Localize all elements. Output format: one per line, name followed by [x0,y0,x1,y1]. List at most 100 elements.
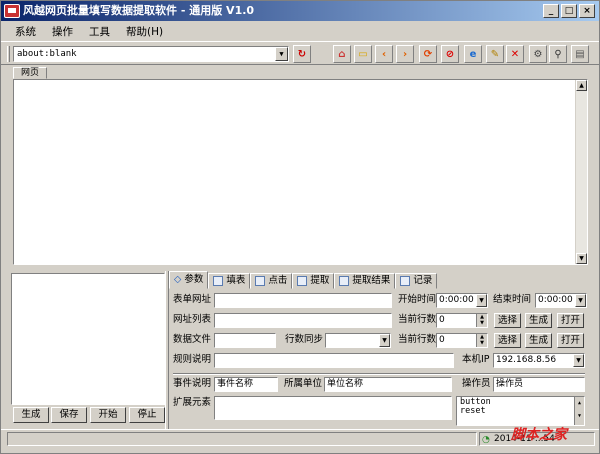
minimize-button[interactable]: _ [543,4,559,18]
tab-bar: ◇ 参数 填表 点击 提取 提取结果 记录 [169,271,438,289]
address-input[interactable]: about:blank ▼ [13,46,289,62]
stop-button[interactable]: 停止 [129,407,165,423]
current-row-stepper[interactable]: 0 ▲ ▼ [436,313,488,328]
toolbar-grip[interactable] [7,46,10,62]
status-panel-main [7,432,477,446]
panel-splitter[interactable] [165,271,169,429]
tab-fill[interactable]: 填表 [208,273,251,289]
row-sync-label: 行数同步 [285,334,324,345]
refresh-icon[interactable]: ⟳ [419,45,437,63]
settings-icon[interactable]: ⚙ [529,45,547,63]
start-button[interactable]: 开始 [90,407,126,423]
rule-desc-input[interactable] [214,353,454,368]
generate-list-button[interactable]: 生成 [525,313,552,328]
tab-results[interactable]: 提取结果 [334,273,396,289]
save-button[interactable]: 保存 [51,407,87,423]
browser-view[interactable]: ▲ ▼ [13,79,588,265]
scroll-up-icon[interactable]: ▲ [576,80,587,91]
window-icon[interactable]: ▤ [571,45,589,63]
spin-icon[interactable]: ▲ ▼ [476,314,487,327]
back-icon[interactable]: ‹ [375,45,393,63]
generate-file-button[interactable]: 生成 [525,333,552,348]
home-icon[interactable]: ⌂ [333,45,351,63]
list-item[interactable]: reset [460,407,581,416]
end-time-value: 0:00:00 [538,295,573,305]
menu-tools[interactable]: 工具 [81,24,118,39]
browser-scrollbar[interactable]: ▲ ▼ [575,80,587,264]
tab-label: 记录 [413,275,433,286]
current-row-value-2: 0 [439,335,445,345]
event-name-input[interactable]: 事件名称 [214,377,278,392]
operator-input[interactable]: 操作员 [493,377,585,392]
open-button[interactable]: 打开 [557,313,584,328]
results-icon [339,276,350,286]
delete-icon[interactable]: ✕ [506,45,524,63]
search-icon[interactable]: ⚲ [549,45,567,63]
select-button[interactable]: 选择 [494,313,521,328]
browser-icon[interactable]: e [464,45,482,63]
tab-label: 填表 [226,275,246,286]
params-icon: ◇ [174,274,182,285]
extend-input[interactable] [214,396,452,420]
url-list-label: 网址列表 [173,314,212,325]
tab-label: 提取 [310,275,330,286]
tab-click[interactable]: 点击 [250,273,293,289]
tab-label: 参数 [184,274,204,285]
event-name-value: 事件名称 [217,379,254,389]
current-row-label-2: 当前行数 [398,334,437,345]
chevron-down-icon[interactable]: ▼ [476,294,487,307]
extract-icon [297,276,308,286]
clock-icon: ◔ [482,435,490,445]
chevron-down-icon[interactable]: ▼ [379,334,390,347]
toolbar: about:blank ▼ ↻ ⌂ ▭ ‹ › ⟳ ⊘ e ✎ ✕ ⚙ ⚲ ▤ [1,41,599,65]
unit-name-value: 单位名称 [327,379,364,389]
tab-params[interactable]: ◇ 参数 [169,271,209,289]
close-button[interactable]: × [579,4,595,18]
address-dropdown-icon[interactable]: ▼ [275,47,288,61]
chevron-down-icon[interactable]: ▼ [573,354,584,367]
go-icon[interactable]: ↻ [293,45,311,63]
element-listbox[interactable]: button reset ▲ ▼ [456,396,585,426]
local-ip-value: 192.168.8.56 [496,355,557,365]
stop-icon[interactable]: ⊘ [441,45,459,63]
menu-help[interactable]: 帮助(H) [118,24,171,39]
local-ip-select[interactable]: 192.168.8.56 ▼ [493,353,585,368]
tab-extract[interactable]: 提取 [292,273,335,289]
spin-icon[interactable]: ▲ ▼ [476,334,487,347]
data-file-input[interactable] [214,333,276,348]
address-text: about:blank [17,49,77,59]
open-button-2[interactable]: 打开 [557,333,584,348]
tab-webpage[interactable]: 网页 [13,67,47,79]
tool-icon[interactable]: ✎ [486,45,504,63]
unit-label: 所属单位 [284,378,323,389]
end-time-picker[interactable]: 0:00:00 ▼ [535,293,587,308]
chevron-down-icon[interactable]: ▼ [575,294,586,307]
title-bar[interactable]: 风越网页批量填写数据提取软件 - 通用版 V1.0 _ □ × [1,1,599,21]
tab-log[interactable]: 记录 [395,273,438,289]
maximize-button[interactable]: □ [561,4,577,18]
form-url-input[interactable] [214,293,392,308]
unit-name-input[interactable]: 单位名称 [324,377,452,392]
start-time-picker[interactable]: 0:00:00 ▼ [436,293,488,308]
operator-label: 操作员 [462,378,491,389]
task-list[interactable] [11,273,165,405]
forward-icon[interactable]: › [396,45,414,63]
menu-operation[interactable]: 操作 [44,24,81,39]
row-sync-select[interactable]: ▼ [325,333,391,348]
local-ip-label: 本机IP [462,354,490,365]
status-bar: ◔ 2014-11-...54 脚本之家 [1,427,599,453]
start-time-value: 0:00:00 [439,295,474,305]
generate-button[interactable]: 生成 [13,407,49,423]
select-button-2[interactable]: 选择 [494,333,521,348]
watermark: 脚本之家 [511,427,567,443]
folder-icon[interactable]: ▭ [354,45,372,63]
listbox-scroll-icon[interactable]: ▲ ▼ [574,397,584,425]
menu-bar: 系统 操作 工具 帮助(H) [1,21,599,41]
app-icon [4,4,20,18]
current-row-stepper-2[interactable]: 0 ▲ ▼ [436,333,488,348]
menu-system[interactable]: 系统 [7,24,44,39]
url-list-input[interactable] [214,313,392,328]
start-time-label: 开始时间 [398,294,437,305]
scroll-down-icon[interactable]: ▼ [576,253,587,264]
tab-label: 提取结果 [352,275,391,286]
